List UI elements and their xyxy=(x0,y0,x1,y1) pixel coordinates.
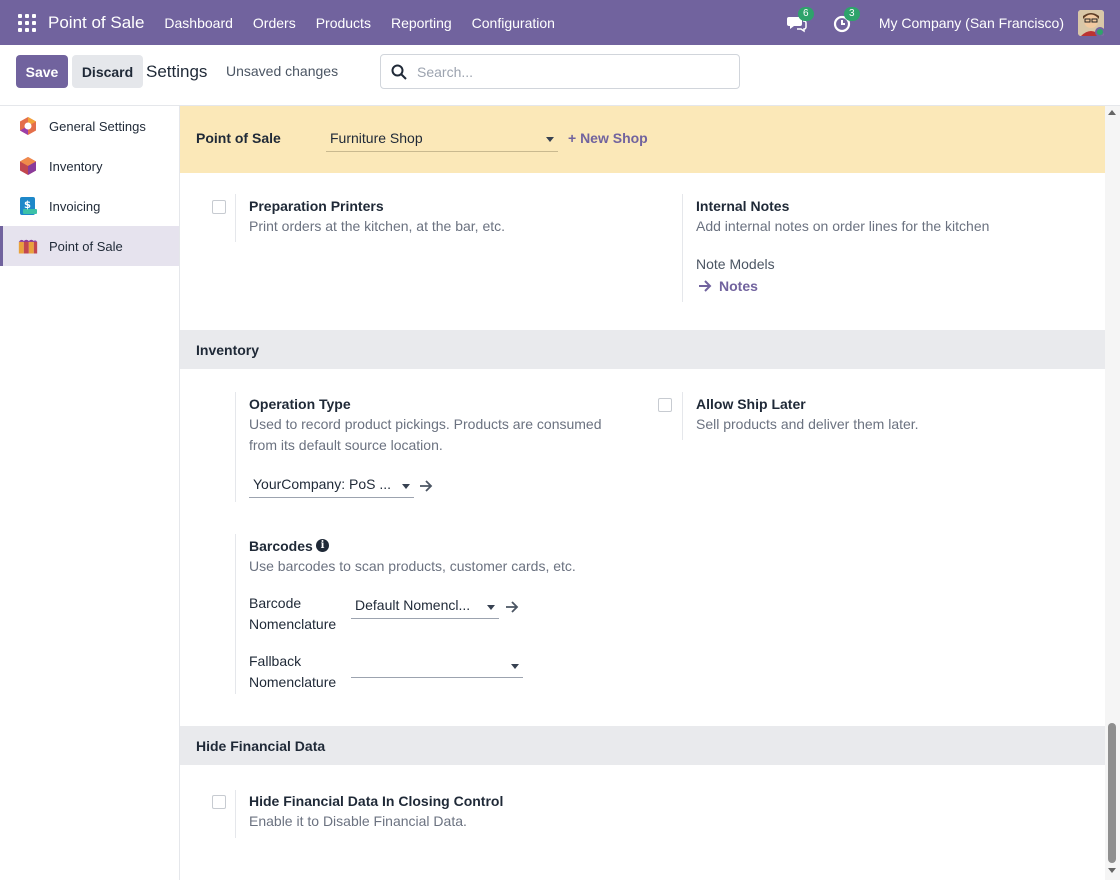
allow-ship-later-title: Allow Ship Later xyxy=(696,396,806,412)
chevron-down-icon xyxy=(511,664,519,669)
shop-select-value: Furniture Shop xyxy=(330,130,423,146)
menu-products[interactable]: Products xyxy=(316,15,371,31)
preparation-printers-checkbox[interactable] xyxy=(212,200,226,214)
sidebar-item-point-of-sale[interactable]: Point of Sale xyxy=(0,226,179,266)
barcodes-desc: Use barcodes to scan products, customer … xyxy=(249,558,576,574)
messages-icon[interactable]: 6 xyxy=(786,6,814,33)
main-menu: Dashboard Orders Products Reporting Conf… xyxy=(164,15,575,31)
point-of-sale-icon xyxy=(18,239,38,254)
operation-type-desc-2: from its default source location. xyxy=(249,437,443,453)
shop-select[interactable]: Furniture Shop xyxy=(326,126,558,152)
arrow-right-icon[interactable] xyxy=(419,480,433,492)
activities-icon[interactable]: 3 xyxy=(833,6,860,33)
hide-financial-data-desc: Enable it to Disable Financial Data. xyxy=(249,813,467,829)
note-models-label: Note Models xyxy=(696,256,775,272)
svg-text:$: $ xyxy=(24,200,31,211)
operation-type-title: Operation Type xyxy=(249,396,351,412)
notes-link-label: Notes xyxy=(719,278,758,294)
menu-reporting[interactable]: Reporting xyxy=(391,15,452,31)
messages-badge: 6 xyxy=(797,6,814,21)
inventory-section-title: Inventory xyxy=(196,342,260,358)
allow-ship-later-desc: Sell products and deliver them later. xyxy=(696,416,919,432)
fallback-nomenclature-label: Fallback xyxy=(249,653,302,669)
barcode-nomenclature-label: Barcode xyxy=(249,595,302,611)
new-shop-button[interactable]: + New Shop xyxy=(568,130,648,146)
preparation-printers-desc: Print orders at the kitchen, at the bar,… xyxy=(249,218,506,234)
divider xyxy=(235,790,236,838)
chevron-down-icon xyxy=(487,605,495,610)
menu-configuration[interactable]: Configuration xyxy=(472,15,555,31)
inventory-icon xyxy=(20,157,36,175)
internal-notes-desc: Add internal notes on order lines for th… xyxy=(696,218,990,234)
hide-financial-data-checkbox[interactable] xyxy=(212,795,226,809)
discard-button[interactable]: Discard xyxy=(72,55,143,88)
settings-content: Point of Sale Furniture Shop + New Shop … xyxy=(180,106,1105,880)
company-switcher[interactable]: My Company (San Francisco) xyxy=(879,15,1064,31)
scrollbar-thumb[interactable] xyxy=(1108,723,1116,863)
app-brand[interactable]: Point of Sale xyxy=(48,13,144,33)
scroll-down-icon[interactable] xyxy=(1108,868,1116,873)
sidebar-item-general-settings[interactable]: General Settings xyxy=(0,106,179,146)
shop-banner: Point of Sale Furniture Shop + New Shop xyxy=(180,106,1105,173)
menu-orders[interactable]: Orders xyxy=(253,15,296,31)
page-title: Settings xyxy=(146,62,208,81)
divider xyxy=(235,534,236,694)
info-icon[interactable]: i xyxy=(316,539,329,552)
sidebar-item-label: Point of Sale xyxy=(49,238,123,254)
sidebar-item-invoicing[interactable]: $ Invoicing xyxy=(0,186,179,226)
internal-notes-title: Internal Notes xyxy=(696,198,790,214)
financial-section-header: Hide Financial Data xyxy=(180,726,1105,765)
divider xyxy=(682,392,683,440)
save-button[interactable]: Save xyxy=(16,55,68,88)
barcode-nomenclature-label-2: Nomenclature xyxy=(249,616,337,632)
barcode-nomenclature-select[interactable]: Default Nomencl... xyxy=(351,593,499,619)
chevron-down-icon xyxy=(546,137,554,142)
divider xyxy=(235,392,236,502)
search-input[interactable] xyxy=(417,63,717,80)
operation-type-select[interactable]: YourCompany: PoS ... xyxy=(249,472,414,498)
hide-financial-data-title: Hide Financial Data In Closing Control xyxy=(249,793,504,809)
sidebar-item-label: Invoicing xyxy=(49,198,101,214)
fallback-nomenclature-label-2: Nomenclature xyxy=(249,674,337,690)
arrow-right-icon xyxy=(699,280,712,292)
apps-menu-icon[interactable] xyxy=(18,13,36,32)
financial-section-title: Hide Financial Data xyxy=(196,738,326,754)
general-settings-icon xyxy=(20,117,36,135)
divider xyxy=(682,194,683,302)
operation-type-value: YourCompany: PoS ... xyxy=(253,476,392,492)
barcodes-title: Barcodes xyxy=(249,538,313,554)
activities-badge: 3 xyxy=(843,6,860,21)
unsaved-status: Unsaved changes xyxy=(226,63,339,79)
control-panel: Save Discard Settings Unsaved changes xyxy=(0,45,1120,106)
top-navbar: Point of Sale Dashboard Orders Products … xyxy=(0,0,1120,45)
shop-label: Point of Sale xyxy=(196,130,281,146)
notes-link-button[interactable]: Notes xyxy=(698,278,758,294)
preparation-printers-title: Preparation Printers xyxy=(249,198,384,214)
scroll-up-icon[interactable] xyxy=(1108,110,1116,115)
allow-ship-later-checkbox[interactable] xyxy=(658,398,672,412)
menu-dashboard[interactable]: Dashboard xyxy=(164,15,233,31)
main-scrollbar[interactable] xyxy=(1105,106,1120,880)
user-avatar[interactable] xyxy=(1078,9,1104,36)
fallback-nomenclature-select[interactable] xyxy=(351,652,523,678)
online-status-icon xyxy=(1095,26,1104,36)
barcode-nomenclature-value: Default Nomencl... xyxy=(355,597,471,613)
operation-type-desc: Used to record product pickings. Product… xyxy=(249,416,602,432)
chevron-down-icon xyxy=(402,484,410,489)
sidebar-item-label: Inventory xyxy=(49,158,103,174)
inventory-section-header: Inventory xyxy=(180,330,1105,369)
divider xyxy=(235,194,236,242)
sidebar-item-label: General Settings xyxy=(49,118,146,134)
settings-sidebar: General Settings Inventory $ Invoicing P… xyxy=(0,106,180,880)
sidebar-item-inventory[interactable]: Inventory xyxy=(0,146,179,186)
arrow-right-icon[interactable] xyxy=(505,601,519,613)
search-box[interactable] xyxy=(380,54,740,89)
navbar-systray: 6 3 My Company (San Francisco) xyxy=(786,0,1120,45)
search-icon xyxy=(391,64,407,80)
invoicing-icon: $ xyxy=(20,197,37,215)
